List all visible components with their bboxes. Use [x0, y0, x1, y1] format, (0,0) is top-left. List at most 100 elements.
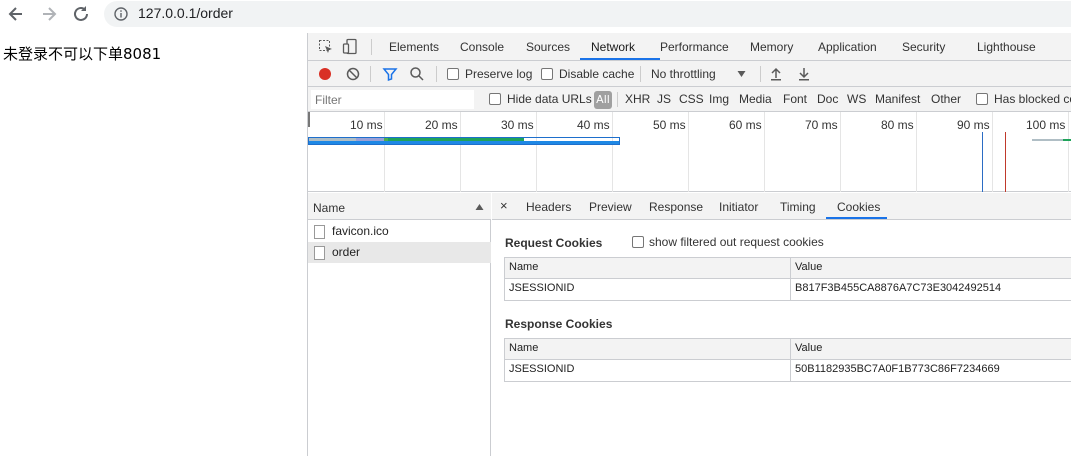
show-filtered-cookies-checkbox[interactable]	[632, 236, 644, 248]
device-toolbar-icon[interactable]	[342, 38, 358, 55]
filter-type-img[interactable]: Img	[709, 92, 729, 106]
filter-type-js[interactable]: JS	[657, 92, 671, 106]
timeline-overview[interactable]: 10 ms 20 ms 30 ms 40 ms 50 ms 60 ms 70 m…	[308, 112, 1071, 192]
cookie-name: JSESSIONID	[509, 282, 575, 294]
devtools-tab-bar: Elements Console Sources Network Perform…	[308, 33, 1071, 61]
info-icon[interactable]	[114, 7, 128, 21]
tick-label: 50 ms	[653, 118, 686, 132]
tab-application[interactable]: Application	[818, 40, 877, 54]
tab-cookies[interactable]: Cookies	[837, 200, 880, 214]
tick-line	[688, 112, 689, 192]
toolbar-divider	[617, 92, 618, 107]
sort-ascending-icon[interactable]	[475, 203, 484, 211]
tab-elements[interactable]: Elements	[389, 40, 439, 54]
toolbar-divider	[640, 66, 641, 82]
request-name[interactable]: order	[332, 245, 360, 259]
preserve-log-checkbox[interactable]	[447, 68, 459, 80]
tab-response[interactable]: Response	[649, 200, 703, 214]
cookie-name: JSESSIONID	[509, 363, 575, 375]
request-cookies-table: Name Value JSESSIONID B817F3B455CA8876A7…	[504, 257, 1071, 301]
inspect-element-icon[interactable]	[318, 39, 334, 55]
name-column-header[interactable]: Name	[313, 201, 345, 215]
import-har-icon[interactable]	[769, 66, 783, 82]
tab-preview[interactable]: Preview	[589, 200, 632, 214]
disable-cache-checkbox[interactable]	[541, 68, 553, 80]
tick-line	[916, 112, 917, 192]
tick-line	[384, 112, 385, 192]
forward-button[interactable]	[38, 3, 60, 25]
toolbar-divider	[371, 39, 372, 55]
column-header-value[interactable]: Value	[795, 342, 822, 354]
table-header-row: Name Value	[505, 339, 1071, 360]
timeline-start-marker	[308, 112, 310, 127]
search-icon[interactable]	[409, 66, 425, 82]
filter-type-xhr[interactable]: XHR	[625, 92, 650, 106]
domcontentloaded-marker	[982, 132, 983, 192]
clear-icon[interactable]	[345, 66, 361, 82]
filter-type-other[interactable]: Other	[931, 92, 961, 106]
file-icon	[314, 246, 325, 260]
filter-type-doc[interactable]: Doc	[817, 92, 838, 106]
filter-type-media[interactable]: Media	[739, 92, 772, 106]
filter-all-chip[interactable]: All	[594, 91, 612, 109]
filter-type-css[interactable]: CSS	[679, 92, 704, 106]
forward-arrow-icon	[43, 7, 57, 21]
column-divider	[790, 339, 791, 359]
export-har-icon[interactable]	[797, 66, 811, 82]
browser-toolbar: 127.0.0.1/order	[0, 0, 1071, 29]
filter-input[interactable]	[311, 90, 474, 109]
page-message: 未登录不可以下单8081	[3, 45, 162, 63]
waterfall-bar-favicon-wait	[1063, 139, 1071, 141]
hide-data-urls-checkbox[interactable]	[489, 93, 501, 105]
filter-type-font[interactable]: Font	[783, 92, 807, 106]
dropdown-caret-icon[interactable]	[737, 70, 746, 78]
hide-data-urls-label[interactable]: Hide data URLs	[507, 92, 592, 106]
throttling-select[interactable]: No throttling	[651, 67, 716, 81]
tab-headers[interactable]: Headers	[526, 200, 571, 214]
filter-icon[interactable]	[382, 66, 398, 82]
tab-sources[interactable]: Sources	[526, 40, 570, 54]
tick-line	[1068, 112, 1069, 192]
tab-performance[interactable]: Performance	[660, 40, 729, 54]
tab-console[interactable]: Console	[460, 40, 504, 54]
reload-button[interactable]	[70, 3, 92, 25]
has-blocked-cookies-label[interactable]: Has blocked co	[994, 92, 1071, 106]
url-text[interactable]: 127.0.0.1/order	[138, 5, 233, 21]
request-name[interactable]: favicon.ico	[332, 224, 389, 238]
waterfall-bar-outline	[308, 137, 620, 145]
devtools-panel: Elements Console Sources Network Perform…	[307, 33, 1071, 456]
file-icon	[314, 225, 325, 239]
column-header-name[interactable]: Name	[509, 261, 538, 273]
column-divider	[790, 258, 791, 278]
request-row-favicon[interactable]: favicon.ico	[308, 221, 491, 242]
toolbar-divider	[370, 66, 371, 82]
disable-cache-label[interactable]: Disable cache	[559, 67, 634, 81]
table-header-row: Name Value	[505, 258, 1071, 279]
toolbar-divider	[760, 66, 761, 82]
has-blocked-cookies-checkbox[interactable]	[976, 93, 988, 105]
column-header-value[interactable]: Value	[795, 261, 822, 273]
record-icon[interactable]	[317, 66, 333, 82]
tick-label: 40 ms	[577, 118, 610, 132]
preserve-log-label[interactable]: Preserve log	[465, 67, 532, 81]
tick-label: 20 ms	[425, 118, 458, 132]
request-list-header[interactable]: Name	[308, 193, 491, 220]
request-row-order[interactable]: order	[308, 242, 491, 263]
tab-lighthouse[interactable]: Lighthouse	[977, 40, 1036, 54]
filter-type-manifest[interactable]: Manifest	[875, 92, 920, 106]
address-bar[interactable]: 127.0.0.1/order	[104, 1, 1071, 27]
reload-icon	[74, 6, 88, 21]
table-row[interactable]: JSESSIONID B817F3B455CA8876A7C73E3042492…	[505, 279, 1071, 300]
tab-memory[interactable]: Memory	[750, 40, 793, 54]
tab-timing[interactable]: Timing	[780, 200, 816, 214]
tab-network[interactable]: Network	[591, 40, 635, 54]
table-row[interactable]: JSESSIONID 50B1182935BC7A0F1B773C86F7234…	[505, 360, 1071, 381]
column-header-name[interactable]: Name	[509, 342, 538, 354]
tab-initiator[interactable]: Initiator	[719, 200, 758, 214]
show-filtered-cookies-label[interactable]: show filtered out request cookies	[649, 235, 824, 249]
back-button[interactable]	[5, 3, 27, 25]
filter-type-ws[interactable]: WS	[847, 92, 866, 106]
tab-security[interactable]: Security	[902, 40, 945, 54]
tick-label: 10 ms	[350, 118, 383, 132]
close-detail-icon[interactable]: ×	[500, 198, 508, 213]
